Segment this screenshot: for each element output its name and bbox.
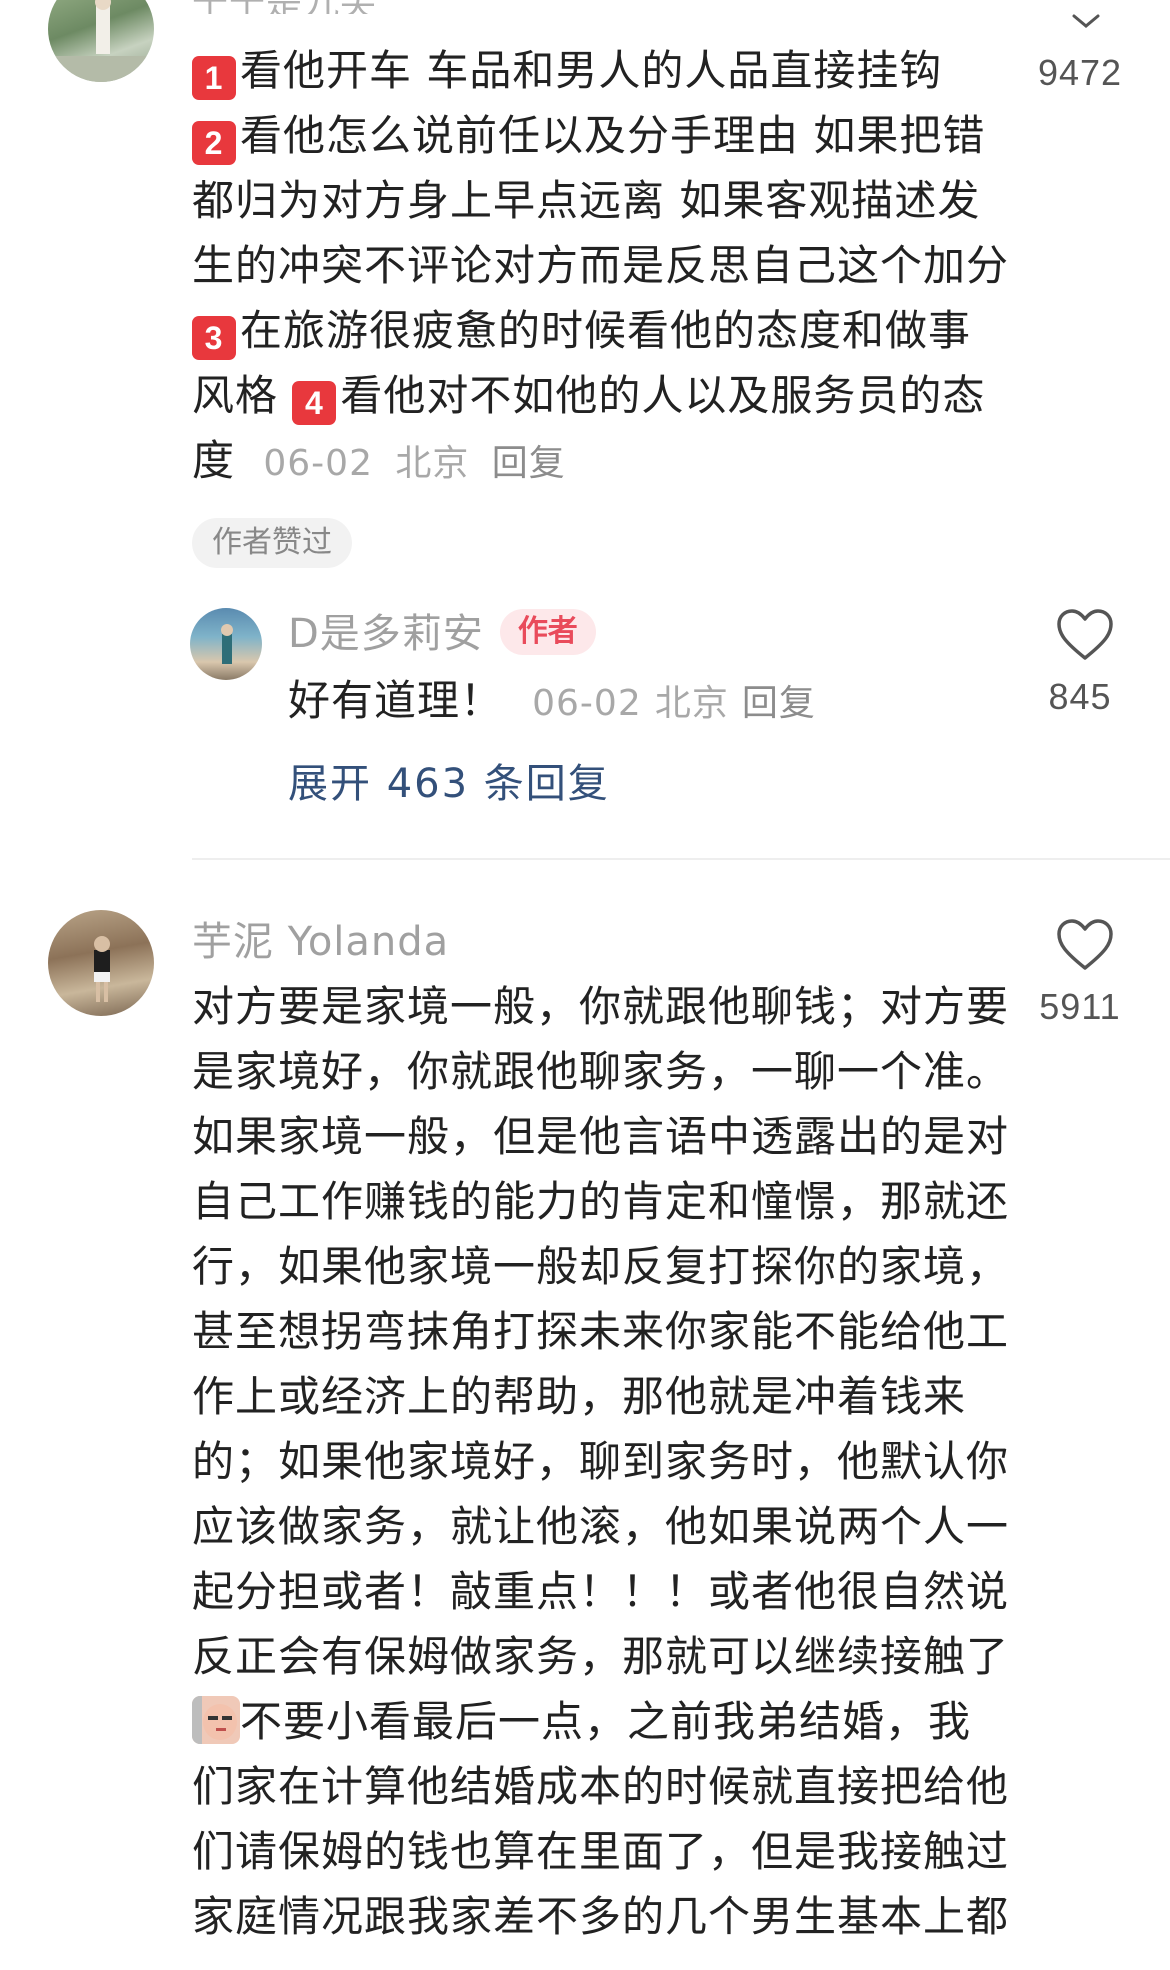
avatar-figure-icon <box>48 0 154 82</box>
comment-line: 的；如果他家境好，聊到家务时，他默认你 <box>192 1437 1010 1486</box>
comment-line: 如果家境一般，但是他言语中透露出的是对 <box>192 1112 1010 1161</box>
comment-line: 3 在旅游很疲惫的时候看他的态度和做事 <box>192 298 1012 363</box>
comment-line: 风格 4 看他对不如他的人以及服务员的态 <box>192 363 1012 428</box>
reply-date: 06-02 <box>532 683 642 724</box>
comment-line: 应该做家务，就让他滚，他如果说两个人一 <box>192 1502 1010 1551</box>
like-heart-icon[interactable] <box>1055 918 1115 972</box>
reply-text: 好有道理！ <box>288 676 504 725</box>
avatar-figure-icon <box>221 624 233 664</box>
comment-divider <box>192 858 1170 860</box>
comment-body: 对方要是家境一般，你就跟他聊钱；对方要 是家境好，你就跟他聊家务，一聊一个准。 … <box>192 974 1032 1949</box>
commenter-avatar[interactable] <box>48 0 154 82</box>
comment-line: 度 06-02 北京 回复 <box>192 436 566 485</box>
like-heart-icon[interactable] <box>1055 608 1115 662</box>
comment-line: 生的冲突不评论对方而是反思自己这个加分 <box>192 241 1010 290</box>
reply-like-count: 845 <box>1048 676 1112 717</box>
avatar-figure-icon <box>94 936 110 1002</box>
comment-line: 反正会有保姆做家务，那就可以继续接触了 <box>192 1632 1010 1681</box>
comment-line: 是家境好，你就跟他聊家务，一聊一个准。 <box>192 1047 1010 1096</box>
reply-location: 北京 <box>654 683 729 724</box>
doge-sticker-icon <box>192 1696 240 1744</box>
comment-body: 1 看他开车 车品和男人的人品直接挂钩 2 看他怎么说前任以及分手理由 如果把错 都… <box>192 38 1012 496</box>
comment-location: 北京 <box>395 443 470 484</box>
comment-line: 对方要是家境一般，你就跟他聊钱；对方要 <box>192 982 1010 1031</box>
like-count: 9472 <box>1037 52 1123 93</box>
comment-line: 们请保姆的钱也算在里面了，但是我接触过 <box>192 1827 1010 1876</box>
reply-username[interactable]: D是多莉安 <box>288 611 484 657</box>
reply-header: D是多莉安 作者 <box>288 604 596 664</box>
comment-line: 起分担或者！敲重点！！！或者他很自然说 <box>192 1567 1010 1616</box>
comment-line: 都归为对方身上早点远离 如果客观描述发 <box>192 176 981 225</box>
comment-line: 作上或经济上的帮助，那他就是冲着钱来 <box>192 1372 967 1421</box>
comment-line: 行，如果他家境一般却反复打探你的家境， <box>192 1242 1010 1291</box>
number-2-badge: 2 <box>192 121 236 165</box>
chevron-down-icon[interactable] <box>1066 10 1106 34</box>
reply-avatar[interactable] <box>190 608 262 680</box>
author-liked-badge: 作者赞过 <box>192 518 352 568</box>
comment-line: 甚至想拐弯抹角打探未来你家能不能给他工 <box>192 1307 1010 1356</box>
comment-line: 1 看他开车 车品和男人的人品直接挂钩 <box>192 38 1012 103</box>
number-4-badge: 4 <box>292 381 337 425</box>
comment-line: 们家在计算他结婚成本的时候就直接把给他 <box>192 1762 1010 1811</box>
commenter-username[interactable]: 芋泥 Yolanda <box>192 912 449 972</box>
expand-replies-link[interactable]: 展开 463 条回复 <box>288 754 610 814</box>
reply-button[interactable]: 回复 <box>492 443 566 484</box>
comment-date: 06-02 <box>263 443 373 484</box>
number-1-badge: 1 <box>192 56 236 100</box>
number-3-badge: 3 <box>192 316 236 360</box>
commenter-avatar[interactable] <box>48 910 154 1016</box>
author-tag: 作者 <box>499 609 596 655</box>
comment-line: 家庭情况跟我家差不多的几个男生基本上都 <box>192 1892 1010 1941</box>
commenter-username[interactable]: 千千是九尖 <box>192 0 377 14</box>
reply-body-row: 好有道理！ 06-02 北京 回复 <box>288 668 816 728</box>
comment-line: 自己工作赚钱的能力的肯定和憧憬，那就还 <box>192 1177 1010 1226</box>
comment-line: 不要小看最后一点，之前我弟结婚，我 <box>192 1689 1032 1754</box>
reply-button[interactable]: 回复 <box>742 683 816 724</box>
comment-line: 2 看他怎么说前任以及分手理由 如果把错 <box>192 103 1012 168</box>
